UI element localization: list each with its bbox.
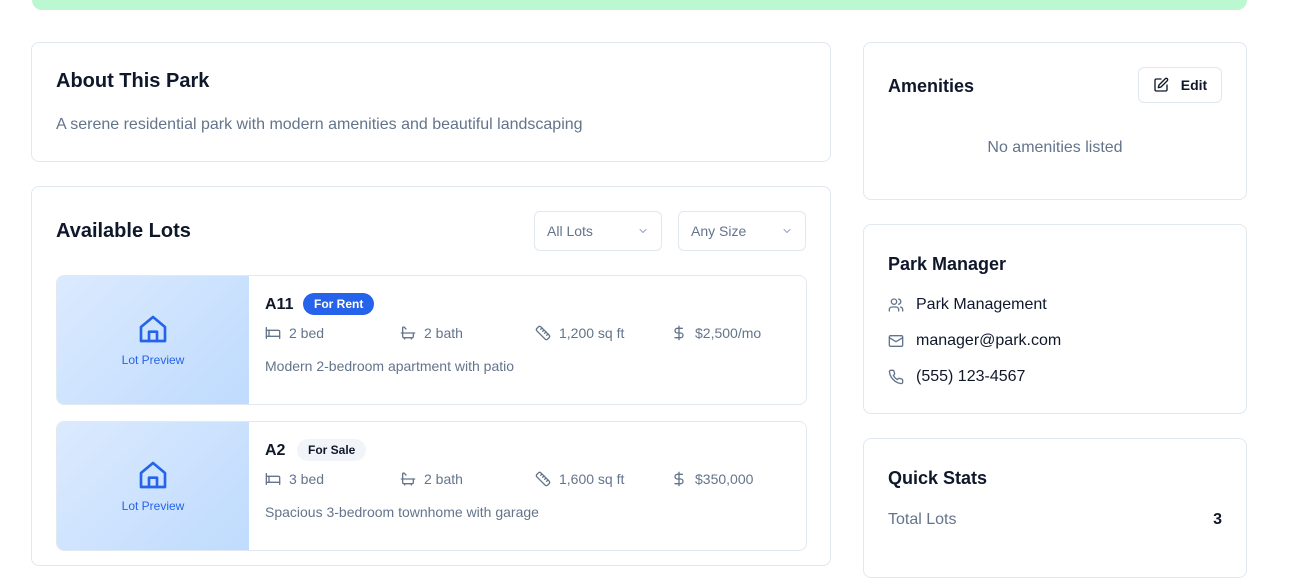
amenities-empty-message: No amenities listed [987,139,1123,156]
bed-icon [265,473,281,485]
lot-size-text: 1,600 sq ft [559,471,625,487]
about-card: About This Park A serene residential par… [31,42,831,162]
status-banner [32,0,1247,10]
mail-icon [888,335,904,347]
lot-card[interactable]: Lot Preview A2 For Sale 3 bed 2 bath 1,6… [56,421,807,551]
lot-status-badge: For Rent [303,293,375,315]
manager-title: Park Manager [888,254,1007,274]
quick-stats-card: Quick Stats Total Lots 3 [863,438,1247,578]
lot-bath-text: 2 bath [424,471,463,487]
bath-icon [400,472,416,486]
dollar-icon [674,325,684,341]
lot-bed: 3 bed [265,471,324,487]
lot-bed-text: 2 bed [289,325,325,341]
available-lots-card: Available Lots All Lots Any Size Lot Pre… [31,186,831,566]
phone-icon [888,369,904,385]
lot-price: $2,500/mo [671,325,761,341]
lot-name: A2 [265,442,286,459]
park-manager-card: Park Manager Park Management manager@par… [863,224,1247,414]
lot-type-filter[interactable]: All Lots [534,211,662,251]
about-title: About This Park [56,70,210,92]
lot-price-text: $350,000 [695,471,754,487]
lot-preview-label: Lot Preview [121,353,185,367]
edit-amenities-button[interactable]: Edit [1138,67,1222,103]
about-description: A serene residential park with modern am… [56,116,583,133]
bed-icon [265,327,281,339]
lot-preview: Lot Preview [57,276,249,404]
manager-name: Park Management [888,296,1047,314]
manager-phone[interactable]: (555) 123-4567 [888,368,1025,386]
dollar-icon [674,471,684,487]
lot-bath: 2 bath [400,471,463,487]
lot-bed-text: 3 bed [289,471,325,487]
stat-label: Total Lots [888,511,957,528]
lot-bed: 2 bed [265,325,324,341]
manager-email-text: manager@park.com [916,332,1062,349]
edit-icon [1154,77,1169,92]
chevron-down-icon [639,229,647,233]
lot-price-text: $2,500/mo [695,325,762,341]
lot-bath-text: 2 bath [424,325,463,341]
lot-size-filter-value: Any Size [691,223,747,239]
manager-name-text: Park Management [916,296,1047,313]
lot-description: Modern 2-bedroom apartment with patio [265,358,515,374]
lot-description: Spacious 3-bedroom townhome with garage [265,504,539,520]
stat-row-total-lots: Total Lots 3 [888,511,1222,529]
ruler-icon [535,471,551,487]
manager-phone-text: (555) 123-4567 [916,368,1026,385]
lot-bath: 2 bath [400,325,463,341]
lot-size: 1,600 sq ft [535,471,624,487]
manager-email[interactable]: manager@park.com [888,332,1061,350]
lot-card[interactable]: Lot Preview A11 For Rent 2 bed 2 bath 1,… [56,275,807,405]
lot-name: A11 [265,296,294,313]
lot-status-badge: For Sale [297,439,367,461]
lot-size-filter[interactable]: Any Size [678,211,806,251]
lot-preview: Lot Preview [57,422,249,550]
lot-size-text: 1,200 sq ft [559,325,625,341]
amenities-title: Amenities [888,76,975,96]
stat-value: 3 [1213,511,1222,528]
chevron-down-icon [783,229,791,233]
stats-title: Quick Stats [888,468,988,488]
lot-size: 1,200 sq ft [535,325,624,341]
lot-price: $350,000 [671,471,753,487]
ruler-icon [535,325,551,341]
home-icon [139,461,167,489]
home-icon [139,315,167,343]
edit-button-label: Edit [1180,77,1208,93]
amenities-card: Amenities Edit No amenities listed [863,42,1247,200]
users-icon [888,298,904,312]
lot-type-filter-value: All Lots [547,223,593,239]
lots-title: Available Lots [56,220,191,242]
bath-icon [400,326,416,340]
lot-preview-label: Lot Preview [121,499,185,513]
